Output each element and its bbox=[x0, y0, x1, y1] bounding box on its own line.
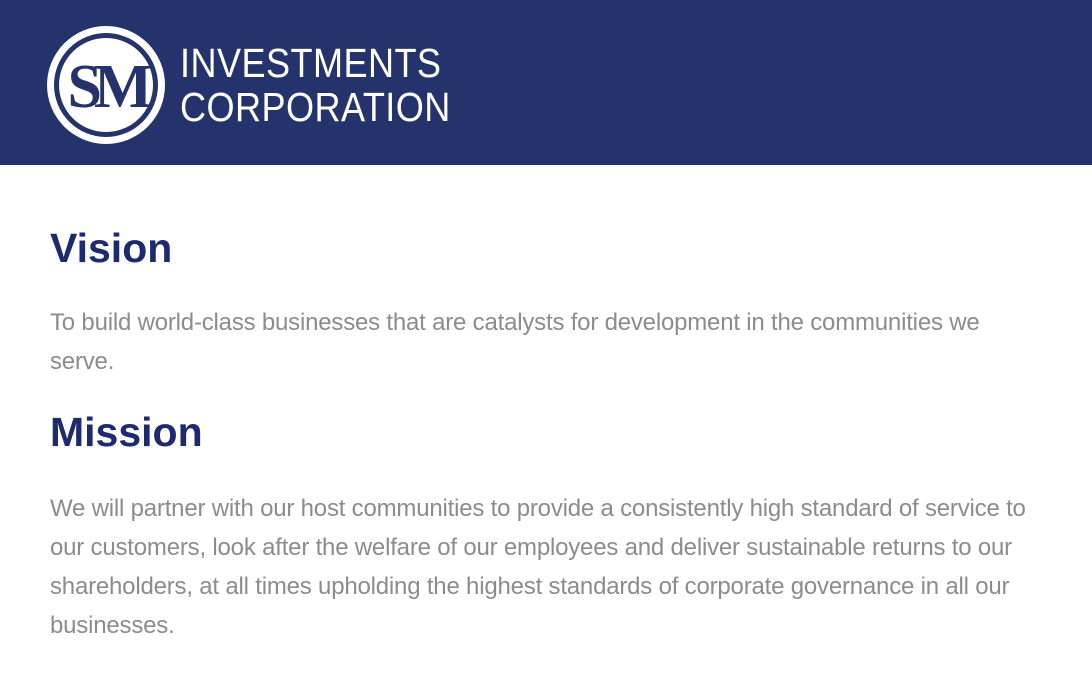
logo-mark-text: SM bbox=[68, 53, 151, 121]
main-content: Vision To build world-class businesses t… bbox=[50, 221, 1050, 645]
wordmark-line-2: CORPORATION bbox=[180, 84, 451, 130]
vision-text: To build world-class businesses that are… bbox=[50, 309, 980, 375]
company-wordmark: INVESTMENTS CORPORATION bbox=[180, 41, 451, 129]
vision-heading: Vision bbox=[50, 225, 173, 271]
company-logo[interactable]: SM INVESTMENTS CORPORATION bbox=[44, 23, 488, 147]
mission-text: We will partner with our host communitie… bbox=[50, 495, 1026, 639]
mission-heading: Mission bbox=[50, 409, 203, 455]
site-header: SM INVESTMENTS CORPORATION bbox=[0, 0, 1092, 165]
wordmark-line-1: INVESTMENTS bbox=[180, 40, 442, 86]
sm-logo-seal: SM bbox=[47, 26, 165, 144]
